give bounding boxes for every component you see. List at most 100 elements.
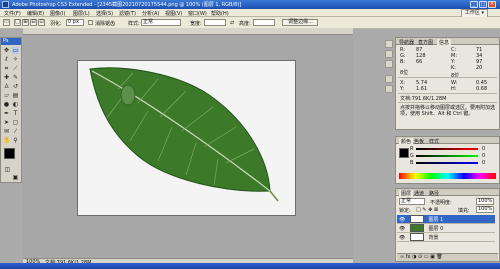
layer-row[interactable]: 👁 图层 1: [397, 215, 495, 224]
lasso-tool-icon[interactable]: ℓ: [3, 56, 10, 63]
layer-name[interactable]: 图层 0: [429, 226, 444, 232]
menu-select[interactable]: 选择(S): [96, 10, 113, 17]
refine-edge-button[interactable]: 调整边缘...: [282, 19, 318, 26]
swap-icon[interactable]: ⇄: [230, 20, 234, 26]
tab-styles[interactable]: 样式: [429, 138, 439, 145]
layer-row[interactable]: 👁 图层 0: [397, 224, 495, 233]
actions-dock-icon[interactable]: [385, 50, 393, 58]
menu-edit[interactable]: 编辑(E): [27, 10, 44, 17]
document-title-bar: [23, 28, 353, 35]
menu-help[interactable]: 帮助(H): [211, 10, 229, 17]
new-selection-icon[interactable]: □: [14, 19, 21, 26]
feather-input[interactable]: 0 px: [66, 19, 84, 26]
type-tool-icon[interactable]: T: [12, 110, 19, 117]
opacity-input[interactable]: 100%: [476, 198, 494, 205]
marquee-preset-icon[interactable]: ▭: [3, 19, 10, 26]
menu-image[interactable]: 图像(I): [50, 10, 65, 17]
info-k: 20: [476, 65, 483, 71]
minimize-button[interactable]: _: [470, 1, 478, 8]
window-title: Adobe Photoshop CS3 Extended - [2345截图20…: [12, 2, 242, 8]
pen-tool-icon[interactable]: ✒: [3, 110, 10, 117]
width-label: 宽度:: [190, 21, 202, 27]
style-select[interactable]: 正常: [141, 19, 181, 26]
color-panel-tabs: 颜色 色板 样式: [396, 137, 499, 145]
slice-tool-icon[interactable]: ⟋: [12, 65, 19, 72]
fill-input[interactable]: 100%: [476, 206, 494, 213]
zoom-tool-icon[interactable]: ⚲: [12, 137, 19, 144]
layer-name[interactable]: 图层 1: [429, 217, 444, 223]
color-fg-swatch[interactable]: [399, 148, 409, 158]
menu-view[interactable]: 视图(V): [165, 10, 182, 17]
width-input[interactable]: [204, 19, 226, 26]
marquee-tool-icon[interactable]: ▭: [12, 47, 19, 54]
layer-row[interactable]: 👁 背景: [397, 233, 495, 242]
crop-tool-icon[interactable]: ⌗: [3, 65, 10, 72]
tab-histogram[interactable]: 直方图: [418, 39, 433, 46]
height-input[interactable]: [253, 19, 275, 26]
layer-name[interactable]: 背景: [429, 235, 439, 241]
windows-taskbar: [0, 263, 500, 269]
subtract-selection-icon[interactable]: ⊟: [30, 19, 37, 26]
info-y-coord: 1.61: [416, 86, 428, 92]
magic-wand-tool-icon[interactable]: ✧: [12, 56, 19, 63]
tab-layers[interactable]: 图层: [399, 190, 414, 197]
antialias-checkbox[interactable]: [88, 20, 93, 25]
stamp-tool-icon[interactable]: ♙: [3, 83, 10, 90]
brush-tool-icon[interactable]: ✎: [12, 74, 19, 81]
info-h: 0.68: [476, 86, 488, 92]
quick-mask-icon[interactable]: ◫: [4, 166, 11, 173]
blend-mode-select[interactable]: 正常: [399, 198, 425, 205]
layers-footer-icons[interactable]: ∞ fx ◑ ⊙ ▭ ▣ 🗑: [397, 253, 498, 261]
move-tool-icon[interactable]: ✥: [3, 47, 10, 54]
leaf-image: [89, 67, 279, 202]
tab-info[interactable]: 信息: [437, 39, 452, 46]
screen-mode-icon[interactable]: ▣: [12, 174, 19, 181]
dodge-tool-icon[interactable]: ◐: [12, 101, 19, 108]
maximize-button[interactable]: □: [479, 1, 487, 8]
tab-channels[interactable]: 通道: [414, 190, 424, 197]
photoshop-logo-icon: [2, 1, 9, 8]
close-button[interactable]: ×: [488, 1, 496, 8]
red-slider[interactable]: [416, 148, 478, 150]
history-brush-tool-icon[interactable]: ↺: [12, 83, 19, 90]
title-bar: Adobe Photoshop CS3 Extended - [2345截图20…: [0, 0, 500, 9]
tab-swatches[interactable]: 色板: [414, 138, 424, 145]
tab-color[interactable]: 颜色: [399, 138, 414, 145]
eye-icon[interactable]: 👁: [399, 235, 405, 241]
blur-tool-icon[interactable]: ●: [3, 101, 10, 108]
green-slider[interactable]: [416, 155, 478, 157]
foreground-color-swatch[interactable]: [4, 148, 15, 159]
add-selection-icon[interactable]: ⊞: [22, 19, 29, 26]
eye-icon[interactable]: 👁: [399, 217, 405, 223]
menu-filter[interactable]: 滤镜(T): [119, 10, 136, 17]
clone-source-dock-icon[interactable]: [385, 85, 393, 93]
lock-icons[interactable]: □ ✎ ✥ ⊠: [416, 207, 438, 213]
shape-tool-icon[interactable]: ▢: [12, 119, 19, 126]
notes-tool-icon[interactable]: ✉: [3, 128, 10, 135]
eye-icon[interactable]: 👁: [399, 226, 405, 232]
color-g-value[interactable]: 0: [482, 153, 485, 159]
brushes-dock-icon[interactable]: [385, 75, 393, 83]
info-bit-left: 8位: [400, 70, 409, 76]
canvas[interactable]: [77, 60, 296, 216]
menu-bar: 文件(F) 编辑(E) 图像(I) 图层(L) 选择(S) 滤镜(T) 分析(A…: [0, 9, 500, 18]
menu-analysis[interactable]: 分析(A): [142, 10, 159, 17]
menu-layer[interactable]: 图层(L): [73, 10, 90, 17]
color-r-value[interactable]: 0: [482, 146, 485, 152]
intersect-selection-icon[interactable]: ⊡: [38, 19, 45, 26]
hand-tool-icon[interactable]: ✋: [3, 137, 10, 144]
menu-window[interactable]: 窗口(W): [188, 10, 207, 17]
healing-tool-icon[interactable]: ✚: [3, 74, 10, 81]
tool-presets-dock-icon[interactable]: [385, 60, 393, 68]
gradient-tool-icon[interactable]: ▤: [12, 92, 19, 99]
color-spectrum-bar[interactable]: [399, 173, 496, 179]
history-dock-icon[interactable]: [385, 40, 393, 48]
path-select-tool-icon[interactable]: ➤: [3, 119, 10, 126]
blue-slider[interactable]: [416, 162, 478, 164]
tab-navigator[interactable]: 导航器: [399, 39, 414, 46]
eraser-tool-icon[interactable]: ▱: [3, 92, 10, 99]
eyedropper-tool-icon[interactable]: ⁄: [12, 128, 19, 135]
color-b-value[interactable]: 0: [482, 160, 485, 166]
menu-file[interactable]: 文件(F): [4, 10, 21, 17]
tab-paths[interactable]: 路径: [429, 190, 439, 197]
